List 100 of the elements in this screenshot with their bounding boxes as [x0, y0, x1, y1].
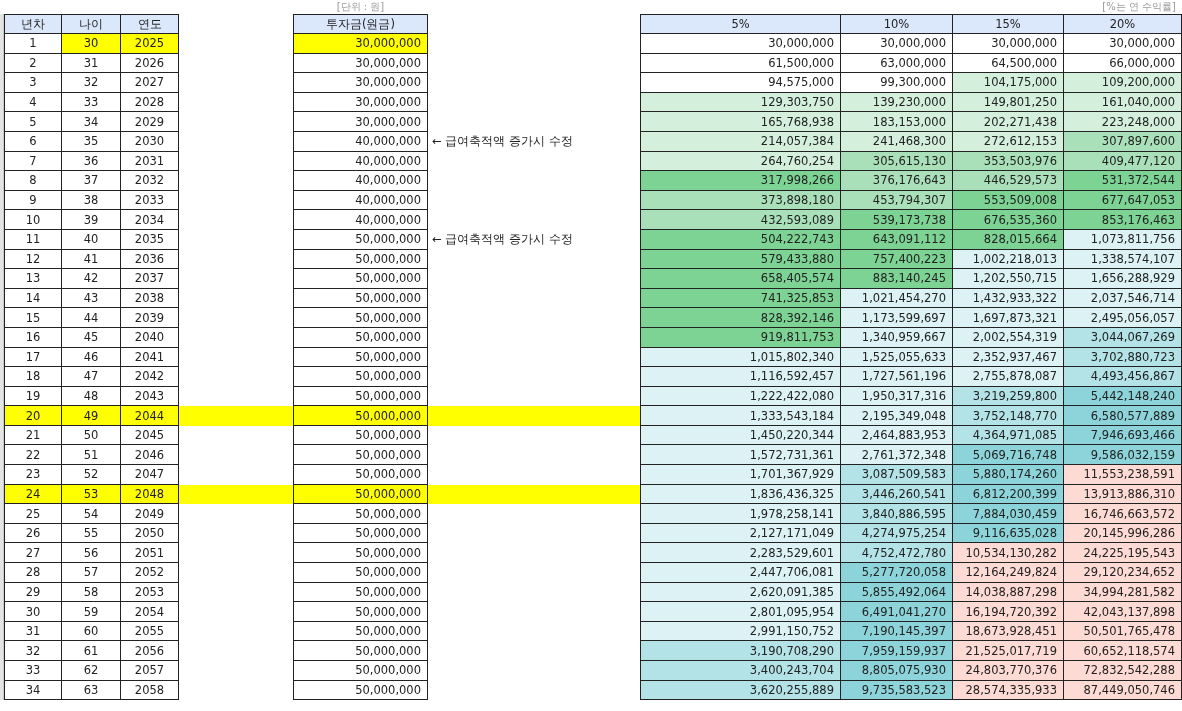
column-header: 20% — [1064, 14, 1182, 34]
table-cell: 54 — [62, 504, 121, 524]
table-cell: 3,446,260,541 — [841, 484, 953, 505]
table-cell: 129,303,750 — [640, 92, 841, 113]
table-cell: 50,000,000 — [293, 602, 428, 622]
table-cell: 33 — [62, 92, 121, 113]
table-cell: 853,176,463 — [1064, 210, 1182, 230]
table-cell: 50,000,000 — [293, 425, 428, 446]
table-cell: 30,000,000 — [1064, 34, 1182, 54]
table-cell: 5,069,716,748 — [953, 445, 1064, 466]
table-cell: 50,000,000 — [293, 249, 428, 270]
table-cell: 1,333,543,184 — [640, 406, 841, 426]
table-cell: 38 — [62, 190, 121, 211]
table-cell: 1,202,550,715 — [953, 269, 1064, 289]
table-cell: 4,752,472,780 — [841, 543, 953, 564]
table-cell: 1,697,873,321 — [953, 308, 1064, 328]
table-cell: 63 — [62, 680, 121, 701]
table-cell: 16 — [4, 327, 62, 348]
column-header: 연도 — [121, 14, 179, 34]
table-cell: 1,173,599,697 — [841, 308, 953, 328]
table-cell: 14 — [4, 288, 62, 309]
table-cell: 30,000,000 — [293, 92, 428, 113]
table-cell: 35 — [62, 131, 121, 152]
table-cell: 453,794,307 — [841, 190, 953, 211]
table-cell: 12,164,249,824 — [953, 563, 1064, 583]
column-header: 10% — [841, 14, 953, 34]
table-cell: 37 — [62, 171, 121, 191]
table-cell: 40,000,000 — [293, 171, 428, 191]
table-cell: 50,501,765,478 — [1064, 621, 1182, 642]
table-cell: 676,535,360 — [953, 210, 1064, 230]
table-cell: 25 — [4, 504, 62, 524]
table-cell: 9,116,635,028 — [953, 523, 1064, 544]
table-cell: 161,040,000 — [1064, 92, 1182, 113]
table-cell: 2039 — [121, 308, 179, 328]
table-cell: 56 — [62, 543, 121, 564]
table-cell: 20,145,996,286 — [1064, 523, 1182, 544]
table-cell: 30,000,000 — [293, 73, 428, 93]
table-cell: 50,000,000 — [293, 445, 428, 466]
table-cell: 19 — [4, 386, 62, 407]
table-cell: 60,652,118,574 — [1064, 641, 1182, 661]
table-cell: 64,500,000 — [953, 53, 1064, 74]
table-cell: 16,194,720,392 — [953, 602, 1064, 622]
table-cell: 50,000,000 — [293, 367, 428, 387]
table-cell: 149,801,250 — [953, 92, 1064, 113]
table-cell: 757,400,223 — [841, 249, 953, 270]
table-cell: 55 — [62, 523, 121, 544]
table-cell: 31 — [62, 53, 121, 74]
table-cell: 66,000,000 — [1064, 53, 1182, 74]
table-cell: 10 — [4, 210, 62, 230]
table-cell: 165,768,938 — [640, 112, 841, 132]
table-cell: 26 — [4, 523, 62, 544]
table-cell: 2,761,372,348 — [841, 445, 953, 466]
table-cell: 2056 — [121, 641, 179, 661]
table-cell: 40,000,000 — [293, 190, 428, 211]
table-cell: 307,897,600 — [1064, 131, 1182, 152]
table-cell: 30,000,000 — [841, 34, 953, 54]
table-cell: 50,000,000 — [293, 621, 428, 642]
table-cell: 5,277,720,058 — [841, 563, 953, 583]
table-cell: 1,836,436,325 — [640, 484, 841, 505]
table-cell: 2054 — [121, 602, 179, 622]
table-cell: 33 — [4, 661, 62, 681]
table-cell: 2032 — [121, 171, 179, 191]
table-cell: 1,525,055,633 — [841, 347, 953, 368]
table-cell: 30 — [62, 34, 121, 54]
table-cell: 2045 — [121, 425, 179, 446]
table-cell: 50,000,000 — [293, 288, 428, 309]
table-cell: 2051 — [121, 543, 179, 564]
table-cell: 2029 — [121, 112, 179, 132]
table-cell: 99,300,000 — [841, 73, 953, 93]
table-cell: 1,701,367,929 — [640, 465, 841, 485]
table-cell: 50,000,000 — [293, 308, 428, 328]
table-cell: 42 — [62, 269, 121, 289]
table-cell: 61 — [62, 641, 121, 661]
table-cell: 919,811,753 — [640, 327, 841, 348]
table-cell: 5 — [4, 112, 62, 132]
table-cell: 4,274,975,254 — [841, 523, 953, 544]
table-cell: 30 — [4, 602, 62, 622]
table-cell: 50,000,000 — [293, 504, 428, 524]
table-cell: 2031 — [121, 151, 179, 172]
table-cell: 2,195,349,048 — [841, 406, 953, 426]
table-cell: 264,760,254 — [640, 151, 841, 172]
table-cell: 2,464,883,953 — [841, 425, 953, 446]
table-cell: 3,044,067,269 — [1064, 327, 1182, 348]
table-cell: 1,002,218,013 — [953, 249, 1064, 270]
table-cell: 2030 — [121, 131, 179, 152]
table-cell: 2 — [4, 53, 62, 74]
table-cell: 1,432,933,322 — [953, 288, 1064, 309]
table-cell: 29 — [4, 582, 62, 603]
table-cell: 579,433,880 — [640, 249, 841, 270]
table-cell: 1,021,454,270 — [841, 288, 953, 309]
table-cell: 61,500,000 — [640, 53, 841, 74]
table-cell: 1,978,258,141 — [640, 504, 841, 524]
table-cell: 94,575,000 — [640, 73, 841, 93]
table-cell: 677,647,053 — [1064, 190, 1182, 211]
table-cell: 2037 — [121, 269, 179, 289]
table-cell: 2055 — [121, 621, 179, 642]
table-cell: 2,495,056,057 — [1064, 308, 1182, 328]
table-cell: 34 — [4, 680, 62, 701]
table-cell: 1,116,592,457 — [640, 367, 841, 387]
table-cell: 27 — [4, 543, 62, 564]
